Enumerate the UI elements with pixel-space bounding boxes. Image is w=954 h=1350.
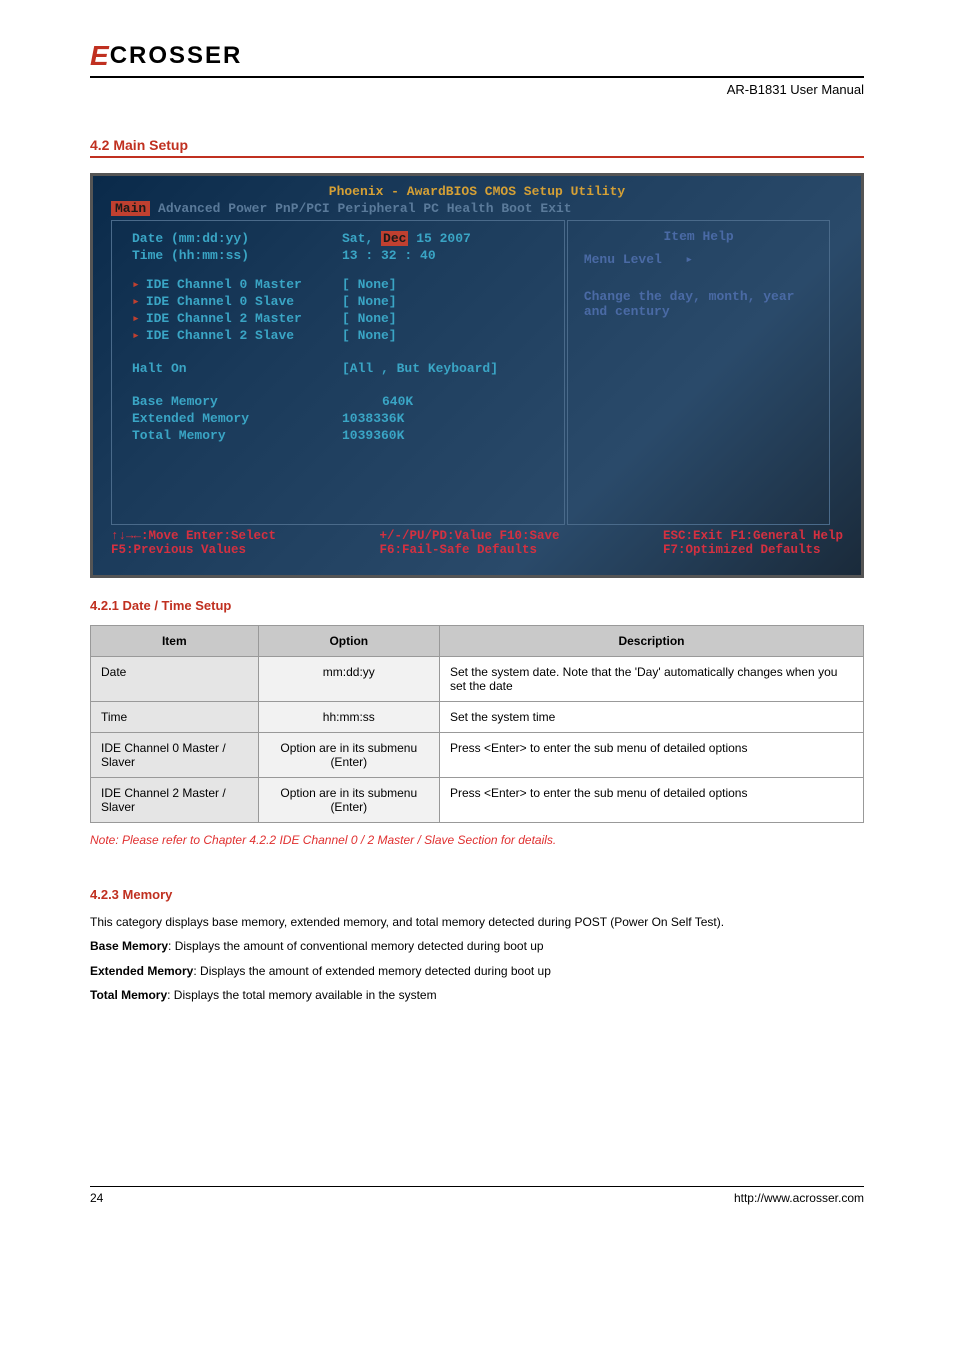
ide-channel-2-master[interactable]: ▸IDE Channel 2 Master[ None] [132, 311, 544, 326]
brand-logo: E CROSSER [90, 40, 864, 72]
col-description: Description [439, 626, 863, 657]
halt-on-value[interactable]: [All , But Keyboard] [342, 361, 498, 376]
tab-exit[interactable]: Exit [540, 201, 571, 216]
total-memory-strong: Total Memory [90, 988, 167, 1002]
time-label: Time (hh:mm:ss) [132, 248, 342, 263]
time-value[interactable]: 13 : 32 : 40 [342, 248, 436, 263]
extended-memory-desc: Displays the amount of extended memory d… [200, 964, 551, 978]
date-label: Date (mm:dd:yy) [132, 231, 342, 246]
item-help-title: Item Help [584, 229, 814, 244]
tab-pnppci[interactable]: PnP/PCI [275, 201, 330, 216]
help-text: Change the day, month, year and century [584, 289, 814, 319]
hint-optimized: F7:Optimized Defaults [663, 543, 843, 557]
hint-previous-values: F5:Previous Values [111, 543, 276, 557]
ide-channel-0-master[interactable]: ▸IDE Channel 0 Master[ None] [132, 277, 544, 292]
extended-memory-strong: Extended Memory [90, 964, 193, 978]
footer-url: http://www.acrosser.com [734, 1191, 864, 1205]
base-memory-desc: Displays the amount of conventional memo… [175, 939, 544, 953]
logo-text: CROSSER [110, 42, 243, 70]
table-row: IDE Channel 0 Master / Slaver Option are… [91, 733, 864, 778]
col-option: Option [258, 626, 439, 657]
section-heading: 4.2 Main Setup [90, 137, 864, 158]
col-item: Item [91, 626, 259, 657]
tab-power[interactable]: Power [228, 201, 267, 216]
total-memory-label: Total Memory [132, 428, 342, 443]
base-memory-value: 640K [382, 394, 413, 409]
logo-e-letter: E [90, 40, 109, 72]
memory-heading: 4.2.3 Memory [90, 887, 864, 902]
menu-level-label: Menu Level [584, 252, 662, 267]
table-row: Time hh:mm:ss Set the system time [91, 702, 864, 733]
tab-pchealth[interactable]: PC Health [423, 201, 493, 216]
bios-screenshot: Phoenix - AwardBIOS CMOS Setup Utility M… [90, 173, 864, 578]
page-footer: 24 http://www.acrosser.com [90, 1186, 864, 1205]
bios-help-panel: Item Help Menu Level ▸ Change the day, m… [567, 220, 831, 525]
total-memory-value: 1039360K [342, 428, 404, 443]
hint-exit-help: ESC:Exit F1:General Help [663, 529, 843, 543]
base-memory-label: Base Memory [132, 394, 342, 409]
datetime-spec-table: Item Option Description Date mm:dd:yy Se… [90, 625, 864, 823]
bios-footer-hints: ↑↓→←:Move Enter:Select F5:Previous Value… [111, 529, 843, 557]
header-divider [90, 76, 864, 78]
date-value[interactable]: Sat, Dec 15 2007 [342, 231, 471, 246]
note-text: Note: Please refer to Chapter 4.2.2 IDE … [90, 833, 864, 847]
table-row: Date mm:dd:yy Set the system date. Note … [91, 657, 864, 702]
main-setup-section: 4.2 Main Setup Phoenix - AwardBIOS CMOS … [90, 137, 864, 1006]
ide-channel-0-slave[interactable]: ▸IDE Channel 0 Slave[ None] [132, 294, 544, 309]
datetime-setup-heading: 4.2.1 Date / Time Setup [90, 598, 864, 613]
extended-memory-label: Extended Memory [132, 411, 342, 426]
hint-value-save: +/-/PU/PD:Value F10:Save [379, 529, 559, 543]
total-memory-desc: Displays the total memory available in t… [174, 988, 437, 1002]
tab-boot[interactable]: Boot [501, 201, 532, 216]
tab-advanced[interactable]: Advanced [158, 201, 220, 216]
chevron-right-icon: ▸ [685, 252, 693, 267]
bios-settings-panel: Date (mm:dd:yy) Sat, Dec 15 2007 Time (h… [111, 220, 565, 525]
bios-title: Phoenix - AwardBIOS CMOS Setup Utility [111, 184, 843, 199]
doc-title: AR-B1831 User Manual [90, 82, 864, 97]
chevron-right-icon: ▸ [132, 294, 140, 309]
hint-failsafe: F6:Fail-Safe Defaults [379, 543, 559, 557]
memory-intro: This category displays base memory, exte… [90, 912, 864, 932]
chevron-right-icon: ▸ [132, 328, 140, 343]
bios-top-menu: Main Advanced Power PnP/PCI Peripheral P… [111, 201, 843, 216]
extended-memory-value: 1038336K [342, 411, 404, 426]
base-memory-strong: Base Memory [90, 939, 168, 953]
tab-main[interactable]: Main [111, 201, 150, 216]
page-number: 24 [90, 1191, 103, 1205]
memory-section: This category displays base memory, exte… [90, 912, 864, 1006]
table-row: IDE Channel 2 Master / Slaver Option are… [91, 778, 864, 823]
chevron-right-icon: ▸ [132, 277, 140, 292]
halt-on-label: Halt On [132, 361, 342, 376]
chevron-right-icon: ▸ [132, 311, 140, 326]
ide-channel-2-slave[interactable]: ▸IDE Channel 2 Slave[ None] [132, 328, 544, 343]
tab-peripheral[interactable]: Peripheral [338, 201, 416, 216]
hint-move-select: ↑↓→←:Move Enter:Select [111, 529, 276, 543]
